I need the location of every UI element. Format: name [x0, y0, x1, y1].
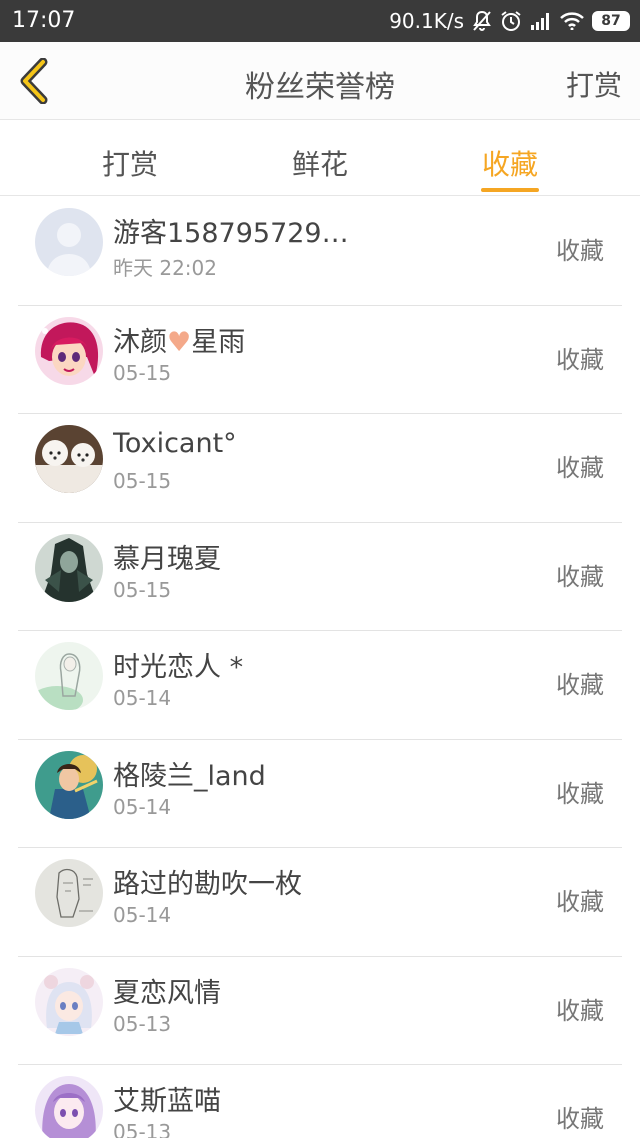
tab-active-indicator	[481, 188, 539, 192]
timestamp: 05-13	[113, 1011, 172, 1036]
anime-girl-pink-hair-avatar	[35, 316, 103, 385]
user-name: 慕月瑰夏	[113, 543, 221, 575]
fan-list: 游客1587957293... 昨天 22:02 收藏 沐颜♥星雨 05-15 …	[0, 197, 640, 1138]
action-label: 收藏	[556, 1105, 604, 1133]
tab-bar: 打赏 鲜花 收藏	[0, 121, 640, 196]
anime-bear-hat-avatar	[35, 967, 103, 1036]
tab-flowers[interactable]: 鲜花	[260, 121, 380, 196]
bell-off-icon	[472, 10, 492, 32]
timestamp: 05-15	[113, 577, 172, 602]
timestamp: 昨天 22:02	[113, 256, 217, 280]
list-item[interactable]: 艾斯蓝喵 05-13 收藏	[18, 1065, 622, 1138]
action-label: 收藏	[556, 671, 604, 699]
page-title: 粉丝荣誉榜	[245, 70, 395, 105]
status-icons: 90.1K/s 87	[389, 8, 630, 34]
battery-icon: 87	[592, 11, 630, 31]
action-label: 收藏	[556, 996, 604, 1025]
status-bar: 17:07 90.1K/s 87	[0, 0, 640, 42]
tab-label: 鲜花	[291, 148, 348, 181]
dark-warrior-avatar	[35, 533, 103, 602]
list-item[interactable]: 路过的勘吹一枚 05-14 收藏	[18, 848, 622, 957]
header-bar: 粉丝荣誉榜 打赏	[0, 42, 640, 120]
list-item[interactable]: 沐颜♥星雨 05-15 收藏	[18, 306, 622, 414]
timestamp: 05-14	[113, 794, 172, 819]
list-item[interactable]: 游客1587957293... 昨天 22:02 收藏	[18, 197, 622, 306]
status-time: 17:07	[12, 8, 76, 33]
alarm-icon	[500, 10, 522, 32]
timestamp: 05-15	[113, 360, 172, 385]
purple-hair-girl-avatar	[35, 1076, 103, 1138]
user-name: 夏恋风情	[113, 977, 221, 1009]
user-name-part: 星雨	[191, 326, 246, 358]
sketch-girl-avatar	[35, 642, 103, 710]
reward-button[interactable]: 打赏	[566, 64, 622, 104]
tab-favorites[interactable]: 收藏	[450, 121, 570, 196]
list-item[interactable]: 格陵兰_land 05-14 收藏	[18, 740, 622, 848]
tab-reward[interactable]: 打赏	[70, 121, 190, 196]
tab-label: 打赏	[101, 148, 158, 181]
signal-icon	[530, 12, 552, 30]
user-name: 沐颜♥星雨	[113, 320, 245, 359]
tab-label: 收藏	[481, 148, 538, 181]
user-name: 游客1587957293...	[113, 218, 363, 249]
action-label: 收藏	[556, 454, 604, 482]
list-item[interactable]: 夏恋风情 05-13 收藏	[18, 957, 622, 1065]
action-label: 收藏	[556, 562, 604, 591]
user-name: 艾斯蓝喵	[113, 1086, 221, 1117]
list-item[interactable]: 时光恋人 * 05-14 收藏	[18, 631, 622, 740]
list-item[interactable]: 慕月瑰夏 05-15 收藏	[18, 523, 622, 631]
timestamp: 05-15	[113, 469, 172, 493]
action-label: 收藏	[556, 237, 604, 265]
user-name: Toxicant°	[113, 428, 237, 459]
timestamp: 05-14	[113, 686, 172, 710]
user-name: 时光恋人 *	[113, 652, 244, 683]
game-hero-avatar	[35, 750, 103, 819]
user-name: 路过的勘吹一枚	[113, 869, 302, 900]
pencil-sketch-avatar	[35, 859, 103, 927]
network-speed: 90.1K/s	[389, 9, 464, 33]
list-item[interactable]: Toxicant° 05-15 收藏	[18, 414, 622, 523]
timestamp: 05-13	[113, 1120, 172, 1138]
action-label: 收藏	[556, 888, 604, 916]
action-label: 收藏	[556, 345, 604, 374]
action-label: 收藏	[556, 779, 604, 808]
user-name-part: 沐颜	[113, 326, 167, 358]
timestamp: 05-14	[113, 903, 172, 927]
wifi-icon	[560, 12, 584, 30]
white-dogs-avatar	[35, 425, 103, 493]
default-user-avatar	[35, 208, 103, 276]
heart-icon: ♥	[167, 326, 192, 358]
user-name: 格陵兰_land	[113, 760, 266, 792]
